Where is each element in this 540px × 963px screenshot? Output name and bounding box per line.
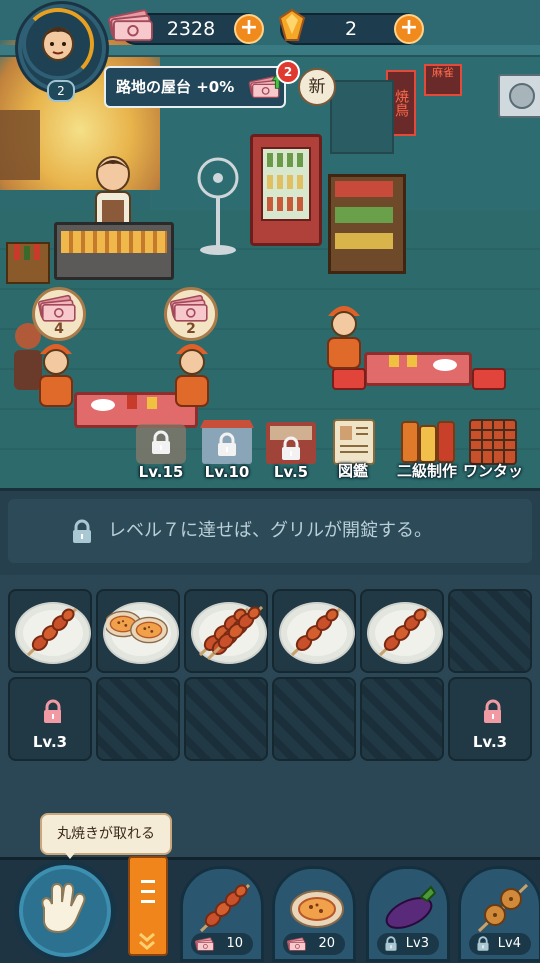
add-cash-button[interactable]: + [234, 14, 264, 44]
food-price: Lv3 [377, 933, 439, 955]
food-price-value: 10 [226, 936, 243, 951]
food-unlock-level: Lv3 [405, 936, 429, 951]
cash-icon [169, 294, 208, 322]
lock-icon [482, 699, 501, 723]
grill-slot[interactable] [360, 589, 444, 673]
lock-icon [476, 936, 490, 952]
unlock-level-label: Lv.3 [472, 733, 508, 751]
menu-line [141, 890, 155, 893]
food-price: 10 [191, 933, 253, 955]
locked-feature-button[interactable]: Lv.5 [260, 418, 322, 481]
mahjong-neon-sign: 麻雀 [424, 64, 462, 96]
food-eggplant-card[interactable]: Lv3 [366, 866, 450, 962]
gem-icon [278, 8, 306, 41]
customer-character[interactable] [320, 298, 368, 378]
player-portrait [42, 27, 74, 61]
stool [472, 368, 506, 390]
encyclopedia-button[interactable]: 図鑑 [322, 418, 384, 480]
food-price-value: 20 [318, 936, 335, 951]
grill-slot-locked[interactable]: Lv.3 [8, 677, 92, 761]
cash-icon [287, 937, 306, 951]
cash-icon [195, 937, 214, 951]
player-level-badge: 2 [47, 80, 75, 102]
lock-message: レベル７に達せば、グリルが開錠する。 [108, 520, 432, 541]
locked-feature-button[interactable]: Lv.10 [196, 418, 258, 481]
food-price: Lv4 [469, 933, 531, 955]
customer-character[interactable] [168, 336, 216, 416]
grill-locked-banner: レベル７に達せば、グリルが開錠する。 [0, 488, 540, 578]
vending-display [261, 147, 311, 221]
skewer-icon [26, 605, 78, 657]
notification-badge: 2 [276, 60, 300, 84]
customer-payment-bubble[interactable]: 2 [164, 287, 218, 341]
grill-slot-empty[interactable] [448, 589, 532, 673]
air-conditioner [498, 74, 540, 118]
lotus-root-skewer-icon [477, 883, 529, 933]
condiment-table [6, 242, 50, 284]
hint-tooltip: 丸焼きが取れる [40, 813, 172, 855]
customer-payment-bubble[interactable]: 4 [32, 287, 86, 341]
skewer-icon [378, 605, 430, 657]
location-income-banner[interactable]: 路地の屋台 +0% [104, 66, 286, 108]
menu-line [141, 900, 155, 903]
skewer-bundle-icon [198, 603, 264, 661]
hint-tooltip-tail [62, 849, 78, 859]
cash-icon [37, 294, 76, 322]
food-price: 20 [283, 933, 345, 955]
customer-table-right [364, 352, 472, 386]
food-lotus-root-card[interactable]: Lv4 [458, 866, 540, 962]
menu-line [141, 880, 155, 883]
grill-skewers [61, 231, 167, 253]
lock-icon [266, 422, 316, 464]
chevron-down-icon [139, 932, 155, 950]
vending-machine[interactable] [250, 134, 322, 246]
goods-shelf [328, 174, 406, 274]
hand-icon [41, 882, 86, 934]
electric-fan [196, 156, 240, 256]
payment-amount: 2 [186, 321, 196, 337]
grill-slot-empty[interactable] [360, 677, 444, 761]
jars-icon [401, 421, 455, 463]
grill-slot-empty[interactable] [96, 677, 180, 761]
payment-amount: 4 [54, 321, 64, 337]
feature-label: ワンタッ [462, 462, 523, 480]
food-unlock-level: Lv4 [497, 936, 521, 951]
oyster-icon [106, 610, 168, 644]
grill-slot-locked[interactable]: Lv.3 [448, 677, 532, 761]
charcoal-grill[interactable] [54, 222, 174, 280]
food-oyster-card[interactable]: 20 [272, 866, 356, 962]
one-touch-button[interactable]: ワンタッ [462, 418, 524, 480]
grill-slot[interactable] [96, 589, 180, 673]
lock-icon [42, 699, 61, 723]
feature-label: 図鑑 [337, 462, 368, 480]
lock-icon [200, 420, 254, 464]
lock-icon [384, 936, 398, 952]
eggplant-icon [385, 885, 437, 929]
back-window [330, 80, 394, 154]
unlock-level-label: Lv.3 [32, 733, 68, 751]
oyster-icon [290, 890, 344, 928]
lock-icon [71, 519, 92, 545]
location-name: 路地の屋台 +0% [116, 78, 235, 96]
lock-message-panel: レベル７に達せば、グリルが開錠する。 [8, 499, 532, 563]
cash-icon [108, 8, 153, 42]
new-indicator-bubble[interactable]: 新 [298, 68, 336, 106]
wooden-chair [0, 110, 40, 180]
grill-slot-empty[interactable] [272, 677, 356, 761]
grill-slot[interactable] [8, 589, 92, 673]
food-skewer-card[interactable]: 10 [180, 866, 264, 962]
book-icon [333, 419, 375, 465]
grill-rack-icon [469, 419, 517, 465]
add-gems-button[interactable]: + [394, 14, 424, 44]
skewer-icon [290, 605, 342, 657]
grill-slot[interactable] [272, 589, 356, 673]
grill-slot[interactable] [184, 589, 268, 673]
lock-icon [136, 424, 186, 464]
skewer-icon [199, 881, 251, 933]
grill-slot-empty[interactable] [184, 677, 268, 761]
customer-character[interactable] [32, 336, 80, 416]
secondary-crafting-button[interactable]: 二級制作 [396, 418, 458, 480]
locked-feature-button[interactable]: Lv.15 [130, 418, 192, 481]
